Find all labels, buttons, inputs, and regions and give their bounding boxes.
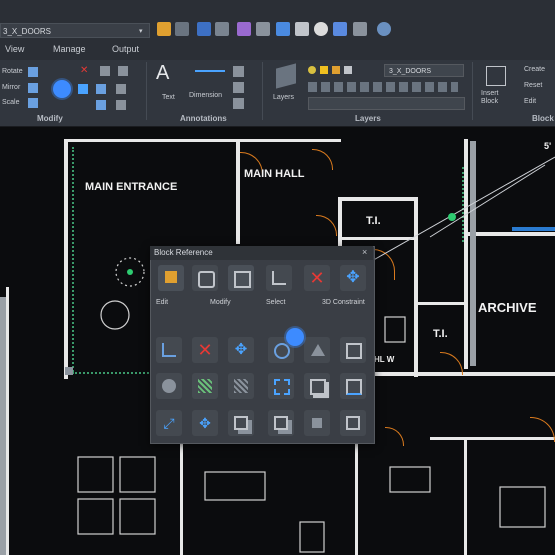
touch-cursor bbox=[286, 328, 304, 346]
edit-block-button[interactable]: Edit bbox=[524, 98, 536, 105]
select-similar-icon[interactable] bbox=[228, 265, 254, 291]
mirror-icon[interactable] bbox=[28, 83, 38, 93]
ribbon-separator bbox=[262, 62, 263, 120]
modify-label: Modify bbox=[210, 299, 231, 306]
layout-icon[interactable] bbox=[333, 22, 347, 36]
chevron-down-icon[interactable]: ▾ bbox=[139, 27, 143, 35]
text-button[interactable]: Text bbox=[162, 94, 175, 101]
redo-icon[interactable] bbox=[295, 22, 309, 36]
reset-block-button[interactable]: Reset bbox=[524, 82, 542, 89]
tab-manage[interactable]: Manage bbox=[53, 44, 86, 54]
layers-button[interactable]: Layers bbox=[273, 94, 294, 101]
move-icon[interactable] bbox=[78, 84, 88, 94]
tab-view[interactable]: View bbox=[5, 44, 24, 54]
plot-icon[interactable] bbox=[237, 22, 251, 36]
dimension-icon[interactable] bbox=[195, 70, 225, 86]
edit-label: Edit bbox=[156, 299, 169, 306]
insert-block-button[interactable]: Insert Block bbox=[481, 90, 507, 106]
move-icon[interactable]: ✥ bbox=[340, 265, 366, 291]
pattern-icon[interactable] bbox=[228, 373, 254, 399]
constraint-icon[interactable] bbox=[156, 337, 182, 363]
block-panel-title: Block bbox=[532, 114, 554, 123]
move-icon[interactable]: ✥ bbox=[228, 337, 254, 363]
overlap-icon[interactable] bbox=[228, 410, 254, 436]
dimension-button[interactable]: Dimension bbox=[189, 92, 222, 99]
rotate-icon[interactable] bbox=[28, 67, 38, 77]
scale-icon[interactable] bbox=[304, 337, 330, 363]
stretch-icon[interactable] bbox=[340, 337, 366, 363]
pin-icon[interactable]: ⤢ bbox=[156, 410, 182, 436]
sun-icon[interactable] bbox=[320, 66, 328, 74]
tab-output[interactable]: Output bbox=[112, 44, 139, 54]
layer-select[interactable]: 3_X_DOORS bbox=[384, 64, 464, 77]
delete-icon[interactable]: ✕ bbox=[192, 337, 218, 363]
annotations-panel-title: Annotations bbox=[180, 114, 227, 123]
align-icon[interactable]: ✥ bbox=[192, 410, 218, 436]
extend-icon[interactable] bbox=[118, 66, 128, 76]
ribbon-separator bbox=[146, 62, 147, 120]
3d-constraint-label: 3D Constraint bbox=[322, 299, 365, 306]
scale-icon[interactable] bbox=[28, 98, 38, 108]
lock-icon[interactable] bbox=[332, 66, 340, 74]
group-icon[interactable] bbox=[268, 410, 294, 436]
layer-tools-row[interactable] bbox=[308, 82, 458, 92]
color-swatch-icon[interactable] bbox=[344, 66, 352, 74]
mirror-button[interactable]: Mirror bbox=[2, 84, 20, 91]
explode-icon[interactable] bbox=[268, 373, 294, 399]
help-icon[interactable] bbox=[353, 22, 367, 36]
edit-block-icon[interactable] bbox=[158, 265, 184, 291]
open-icon[interactable] bbox=[157, 22, 171, 36]
copy-icon[interactable] bbox=[304, 373, 330, 399]
save-icon[interactable] bbox=[175, 22, 189, 36]
select-label: Select bbox=[266, 299, 286, 306]
close-icon[interactable]: × bbox=[362, 247, 367, 257]
constraint-icon[interactable] bbox=[266, 265, 292, 291]
lightbulb-icon[interactable] bbox=[308, 66, 316, 74]
insert-block-icon[interactable] bbox=[486, 66, 506, 86]
popup-title: Block Reference bbox=[154, 248, 213, 257]
table-icon[interactable] bbox=[233, 82, 244, 93]
create-block-button[interactable]: Create bbox=[524, 66, 545, 73]
delete-icon[interactable]: ✕ bbox=[304, 265, 330, 291]
scale-button[interactable]: Scale bbox=[2, 99, 20, 106]
help-icon[interactable] bbox=[377, 22, 391, 36]
layers-panel-title: Layers bbox=[355, 114, 381, 123]
delete-icon[interactable]: ✕ bbox=[80, 65, 88, 76]
trim-icon[interactable] bbox=[100, 66, 110, 76]
array-icon[interactable] bbox=[96, 100, 106, 110]
modify-panel-title: Modify bbox=[37, 114, 63, 123]
rotate-button[interactable]: Rotate bbox=[2, 68, 23, 75]
layout-icon[interactable] bbox=[276, 22, 290, 36]
modify-block-icon[interactable] bbox=[192, 265, 218, 291]
text-icon[interactable]: A bbox=[156, 62, 169, 85]
fillet-icon[interactable] bbox=[116, 84, 126, 94]
print-icon[interactable] bbox=[215, 22, 229, 36]
layer-dropdown[interactable]: 3_X_DOORS bbox=[0, 23, 150, 38]
new-file-icon[interactable] bbox=[197, 22, 211, 36]
touch-cursor bbox=[53, 80, 71, 98]
offset-icon[interactable] bbox=[116, 100, 126, 110]
material-icon[interactable] bbox=[156, 373, 182, 399]
markup-icon[interactable] bbox=[233, 98, 244, 109]
hatch-icon[interactable] bbox=[192, 373, 218, 399]
leader-icon[interactable] bbox=[233, 66, 244, 77]
bring-front-icon[interactable] bbox=[304, 410, 330, 436]
layer-properties-field[interactable] bbox=[308, 97, 465, 110]
grip-point[interactable] bbox=[448, 213, 456, 221]
send-back-icon[interactable] bbox=[340, 410, 366, 436]
properties-icon[interactable] bbox=[340, 373, 366, 399]
zoom-icon[interactable] bbox=[314, 22, 328, 36]
copy-icon[interactable] bbox=[96, 84, 106, 94]
ribbon-separator bbox=[472, 62, 473, 120]
undo-icon[interactable] bbox=[256, 22, 270, 36]
